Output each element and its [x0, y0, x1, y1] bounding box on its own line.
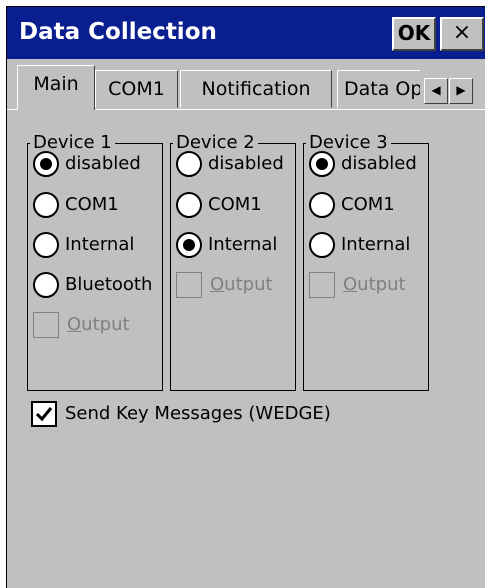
radio-selected-dot: [316, 158, 328, 170]
radio-selected-dot: [40, 158, 52, 170]
radio-button[interactable]: [176, 192, 202, 218]
output-label: Output: [67, 314, 130, 335]
tab-scroll-left-button[interactable]: ◀: [424, 78, 448, 104]
radio-label: disabled: [65, 153, 141, 174]
send-key-messages-label: Send Key Messages (WEDGE): [65, 403, 331, 424]
radio-button[interactable]: [33, 232, 59, 258]
checkbox[interactable]: [31, 401, 57, 427]
radio-label: COM1: [208, 194, 262, 215]
radio-label: Internal: [65, 234, 135, 255]
radio-label: disabled: [208, 153, 284, 174]
ok-button[interactable]: OK: [392, 17, 436, 51]
checkbox[interactable]: [309, 272, 335, 298]
tab-com1[interactable]: COM1: [95, 70, 178, 108]
radio-label: Bluetooth: [65, 274, 153, 295]
radio-label: disabled: [341, 153, 417, 174]
device-1-group: Device 1: [27, 131, 163, 391]
radio-button[interactable]: [33, 151, 59, 177]
radio-button[interactable]: [33, 192, 59, 218]
radio-selected-dot: [183, 239, 195, 251]
title-bar: Data Collection OK ×: [7, 7, 485, 59]
tab-main[interactable]: Main: [17, 65, 95, 110]
output-label: Output: [343, 274, 406, 295]
radio-label: Internal: [341, 234, 411, 255]
tab-data-options[interactable]: Data Options: [337, 70, 420, 108]
checkbox[interactable]: [176, 272, 202, 298]
tab-notification[interactable]: Notification: [180, 70, 332, 108]
window-title: Data Collection: [19, 19, 217, 45]
output-label: Output: [210, 274, 273, 295]
radio-button[interactable]: [33, 272, 59, 298]
radio-label: COM1: [65, 194, 119, 215]
radio-button[interactable]: [176, 151, 202, 177]
arrow-right-icon: ▶: [456, 83, 466, 97]
device-3-group: Device 3: [303, 131, 429, 391]
radio-button[interactable]: [176, 232, 202, 258]
device-2-group: Device 2: [170, 131, 296, 391]
checkmark-icon: [35, 407, 53, 422]
radio-label: COM1: [341, 194, 395, 215]
tab-scroll-right-button[interactable]: ▶: [449, 78, 473, 104]
data-collection-window: Data Collection OK × Main COM1 Notificat…: [6, 6, 485, 588]
radio-button[interactable]: [309, 192, 335, 218]
radio-label: Internal: [208, 234, 278, 255]
radio-button[interactable]: [309, 232, 335, 258]
arrow-left-icon: ◀: [431, 83, 441, 97]
close-button[interactable]: ×: [440, 17, 484, 51]
checkbox[interactable]: [33, 312, 59, 338]
radio-button[interactable]: [309, 151, 335, 177]
tab-clip: Data Options: [337, 70, 420, 108]
